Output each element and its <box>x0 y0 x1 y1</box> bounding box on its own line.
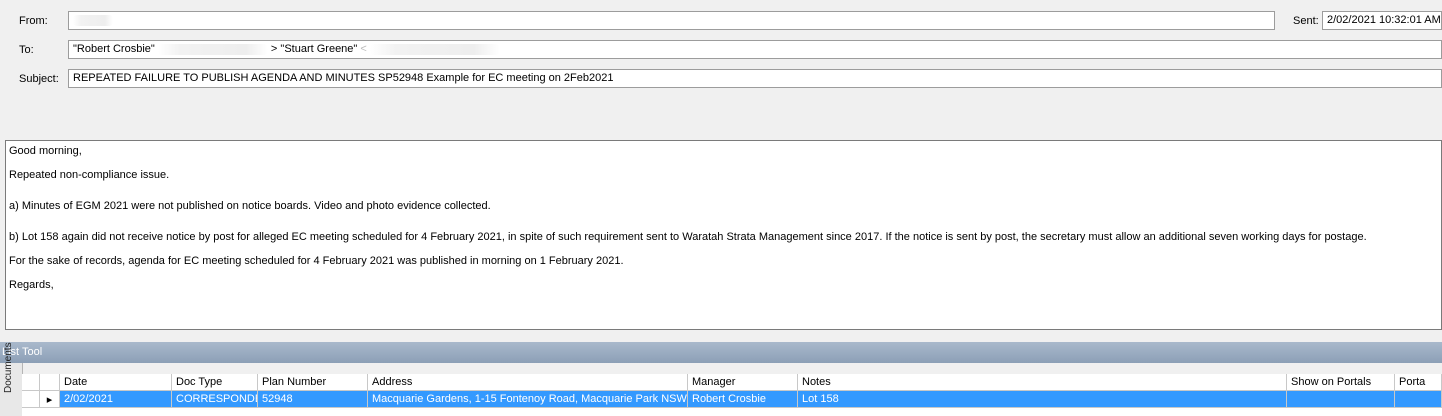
cell-manager[interactable]: Robert Crosbie <box>688 391 798 408</box>
column-header-notes[interactable]: Notes <box>798 374 1287 391</box>
list-tool-titlebar: List Tool <box>0 342 1442 363</box>
redacted-sender <box>73 14 113 26</box>
sent-field[interactable]: 2/02/2021 10:32:01 AM <box>1322 11 1442 30</box>
cell-portal[interactable] <box>1395 391 1442 408</box>
grid-header-row: Date Doc Type Plan Number Address Manage… <box>22 374 1442 391</box>
cell-date[interactable]: 2/02/2021 <box>60 391 172 408</box>
cell-doc-type[interactable]: CORRESPONDENCE <box>172 391 258 408</box>
cell-notes[interactable]: Lot 158 <box>798 391 1287 408</box>
redacted-email-2 <box>369 43 500 55</box>
message-body[interactable]: Good morning, Repeated non-compliance is… <box>5 140 1442 330</box>
subject-field[interactable]: REPEATED FAILURE TO PUBLISH AGENDA AND M… <box>68 69 1442 88</box>
column-header-portal[interactable]: Porta <box>1395 374 1442 391</box>
to-trailing: < <box>360 43 367 55</box>
row-indicator-header <box>40 374 60 391</box>
current-row-arrow-icon: ▸ <box>40 391 60 408</box>
body-greeting: Good morning, <box>9 145 82 157</box>
row-header-corner <box>22 374 40 391</box>
column-header-address[interactable]: Address <box>368 374 688 391</box>
documents-grid: Date Doc Type Plan Number Address Manage… <box>22 374 1442 416</box>
from-field[interactable] <box>68 11 1275 30</box>
to-recipient-1: "Robert Crosbie" <box>73 43 155 55</box>
to-label: To: <box>19 44 34 56</box>
redacted-email-1 <box>157 43 268 55</box>
column-header-doc-type[interactable]: Doc Type <box>172 374 258 391</box>
column-header-show-on-portals[interactable]: Show on Portals <box>1287 374 1395 391</box>
cell-plan-number[interactable]: 52948 <box>258 391 368 408</box>
column-header-plan-number[interactable]: Plan Number <box>258 374 368 391</box>
documents-side-tab[interactable]: Documents <box>0 342 23 416</box>
body-signoff: Regards, <box>9 279 54 291</box>
documents-tab-label: Documents <box>3 342 14 393</box>
to-field[interactable]: "Robert Crosbie" > "Stuart Greene" < <box>68 40 1442 59</box>
body-line-4: For the sake of records, agenda for EC m… <box>9 255 624 267</box>
column-header-manager[interactable]: Manager <box>688 374 798 391</box>
subject-label: Subject: <box>19 73 59 85</box>
body-line-3: b) Lot 158 again did not receive notice … <box>9 231 1367 243</box>
table-row[interactable]: ▸ 2/02/2021 CORRESPONDENCE 52948 Macquar… <box>22 391 1442 408</box>
row-header-cell <box>22 391 40 408</box>
body-line-2: a) Minutes of EGM 2021 were not publishe… <box>9 200 491 212</box>
column-header-date[interactable]: Date <box>60 374 172 391</box>
to-recipient-2: "Stuart Greene" <box>280 43 358 55</box>
sent-label: Sent: <box>1293 15 1319 27</box>
body-line-1: Repeated non-compliance issue. <box>9 169 170 181</box>
cell-show-on-portals[interactable] <box>1287 391 1395 408</box>
to-separator: > <box>270 43 278 55</box>
from-label: From: <box>19 15 48 27</box>
cell-address[interactable]: Macquarie Gardens, 1-15 Fontenoy Road, M… <box>368 391 688 408</box>
